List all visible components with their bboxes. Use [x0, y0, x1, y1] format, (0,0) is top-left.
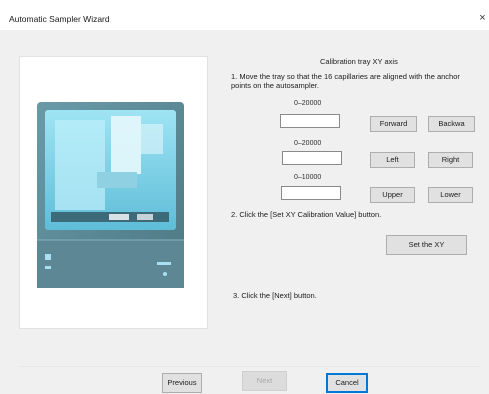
- wizard-window: Automatic Sampler Wizard × Calibration t…: [0, 0, 489, 394]
- y-position-input[interactable]: [282, 151, 342, 165]
- lower-button[interactable]: Lower: [428, 187, 473, 203]
- y-range-label: 0–20000: [294, 140, 322, 147]
- right-button[interactable]: Right: [428, 152, 473, 168]
- title-bar: Automatic Sampler Wizard ×: [0, 0, 489, 30]
- close-icon[interactable]: ×: [476, 10, 489, 26]
- next-button[interactable]: Next: [242, 371, 287, 391]
- footer-divider: [19, 366, 479, 367]
- x-position-input[interactable]: [280, 114, 340, 128]
- upper-button[interactable]: Upper: [370, 187, 415, 203]
- cancel-button[interactable]: Cancel: [326, 373, 368, 393]
- left-button[interactable]: Left: [370, 152, 415, 168]
- step-1-instruction: 1. Move the tray so that the 16 capillar…: [231, 72, 460, 90]
- step-2-instruction: 2. Click the [Set XY Calibration Value] …: [231, 210, 382, 219]
- x-range-label: 0–20000: [294, 100, 322, 107]
- forward-button[interactable]: Forward: [370, 116, 417, 132]
- window-title: Automatic Sampler Wizard: [9, 14, 110, 24]
- z-range-label: 0–10000: [294, 174, 322, 181]
- instrument-image: [37, 102, 184, 288]
- set-xy-button[interactable]: Set the XY: [386, 235, 467, 255]
- backward-button[interactable]: Backwa: [428, 116, 475, 132]
- section-title: Calibration tray XY axis: [320, 57, 398, 66]
- instrument-image-panel: [19, 56, 208, 329]
- z-position-input[interactable]: [281, 186, 341, 200]
- step-3-instruction: 3. Click the [Next] button.: [233, 291, 317, 300]
- indicator-light-icon: [45, 254, 51, 260]
- previous-button[interactable]: Previous: [162, 373, 202, 393]
